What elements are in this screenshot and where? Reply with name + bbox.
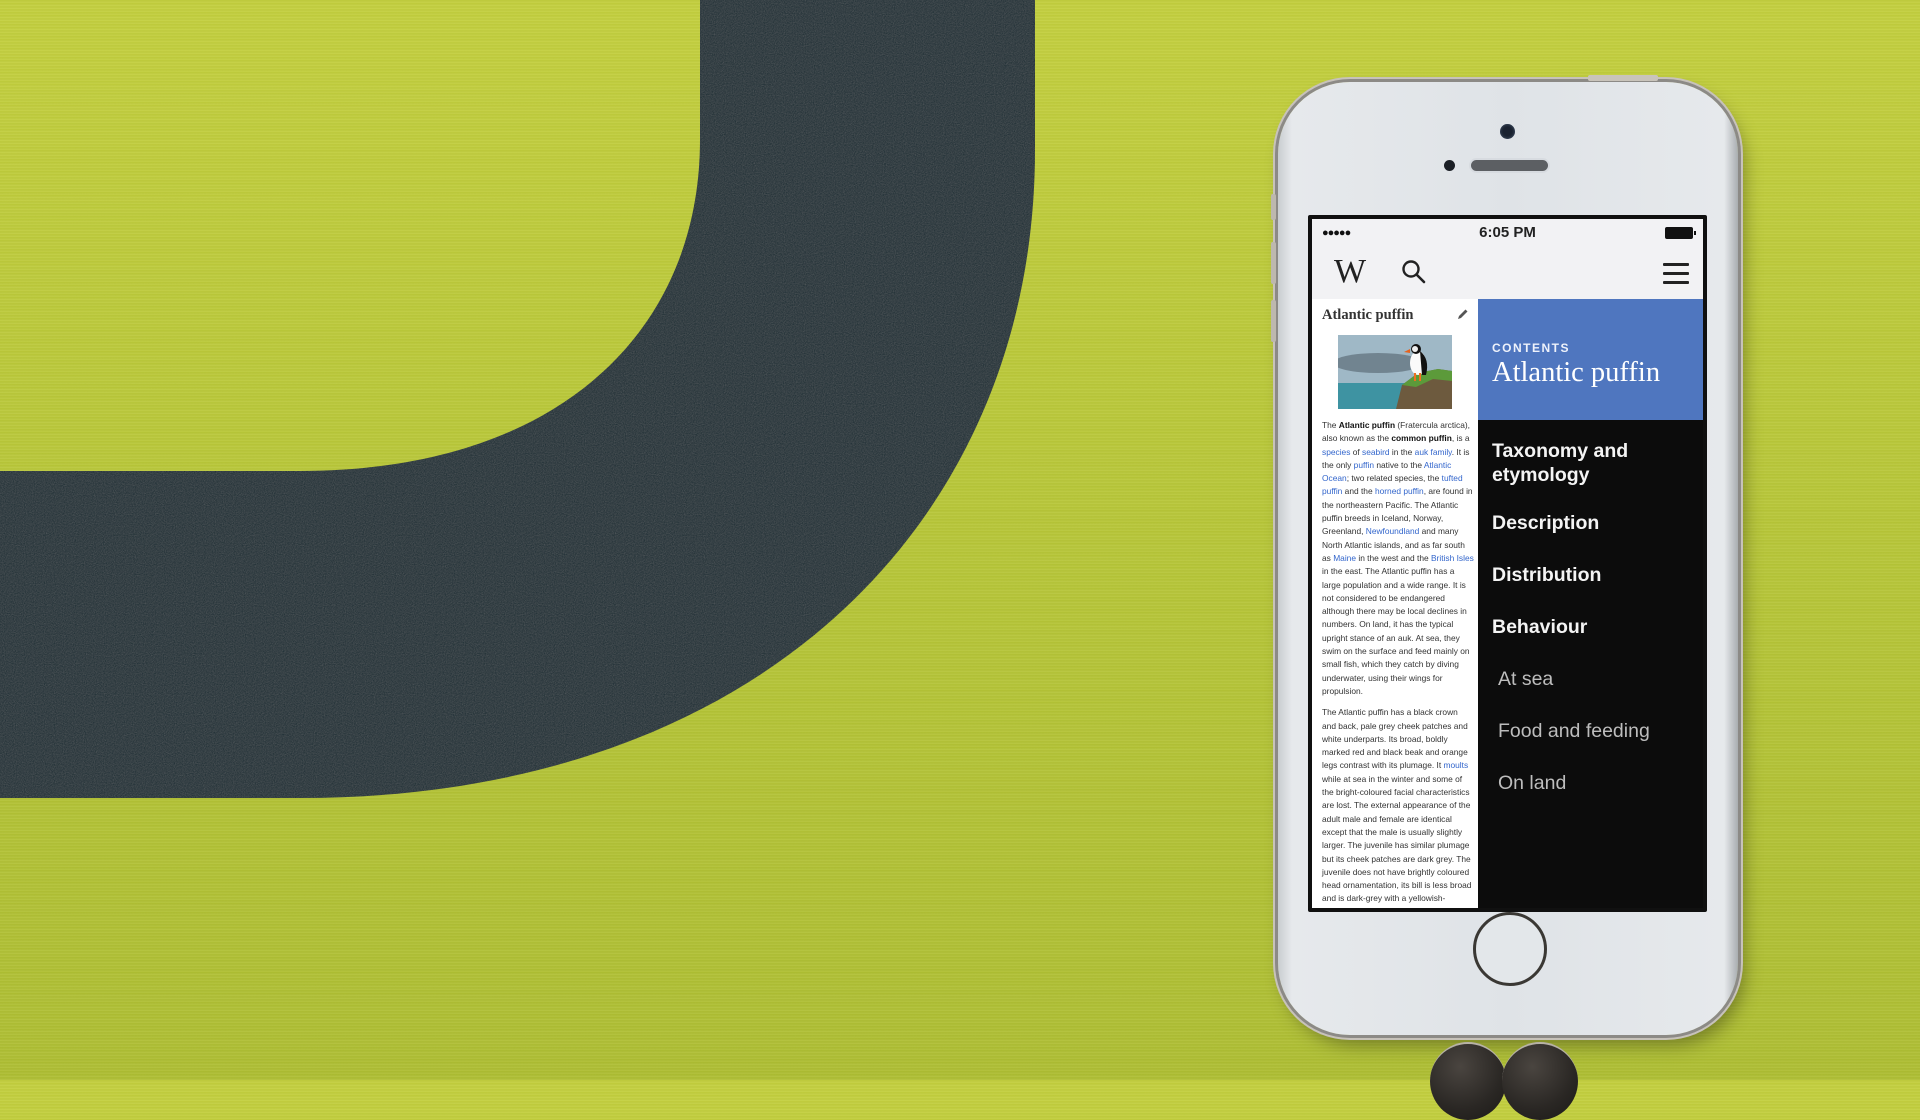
earpiece-speaker xyxy=(1471,160,1548,171)
power-button xyxy=(1588,75,1658,81)
phone-screen: ●●●●● 6:05 PM W Atlantic puffin The Atla… xyxy=(1308,215,1707,912)
article-text: of xyxy=(1350,446,1363,457)
article-text: while at sea in the winter and some of t… xyxy=(1322,773,1472,904)
contents-label: CONTENTS xyxy=(1492,341,1570,355)
toc-item-description[interactable]: Description xyxy=(1492,511,1672,535)
coin xyxy=(1430,1042,1506,1120)
mute-switch xyxy=(1271,194,1276,220)
article-link[interactable]: auk family xyxy=(1415,447,1452,457)
bold-term: Atlantic puffin xyxy=(1338,420,1396,430)
article-text: and the xyxy=(1342,486,1375,497)
contents-header: CONTENTS Atlantic puffin xyxy=(1478,299,1703,420)
toc-item-behaviour[interactable]: Behaviour xyxy=(1492,615,1672,639)
bold-term: common puffin xyxy=(1391,433,1452,444)
article-text: ; two related species, the xyxy=(1346,473,1442,484)
article-link[interactable]: Maine xyxy=(1333,553,1356,563)
hamburger-menu-icon[interactable] xyxy=(1663,263,1689,285)
article-text: native to the xyxy=(1374,459,1424,470)
article-text: in the west and the xyxy=(1356,552,1431,563)
puffin-lead-image[interactable] xyxy=(1338,335,1452,409)
article-text: The xyxy=(1322,420,1339,430)
toc-subitem-food-and-feeding[interactable]: Food and feeding xyxy=(1498,719,1650,743)
article-pane[interactable]: Atlantic puffin The Atlantic puffin (Fra… xyxy=(1312,299,1478,908)
home-button[interactable] xyxy=(1473,912,1547,986)
wikipedia-logo[interactable]: W xyxy=(1334,253,1366,291)
article-link[interactable]: puffin xyxy=(1354,460,1374,470)
article-text: in the east. The Atlantic puffin has a l… xyxy=(1322,566,1470,696)
toc-item-distribution[interactable]: Distribution xyxy=(1492,563,1672,587)
front-camera xyxy=(1500,124,1515,139)
dark-band xyxy=(0,0,1035,798)
app-navbar: W xyxy=(1312,245,1703,300)
article-link[interactable]: British Isles xyxy=(1431,553,1474,563)
article-link[interactable]: horned puffin xyxy=(1375,486,1424,496)
article-link[interactable]: Newfoundland xyxy=(1366,526,1420,536)
proximity-sensor xyxy=(1444,160,1455,171)
article-text: , is a xyxy=(1451,433,1470,444)
article-link[interactable]: moults xyxy=(1444,760,1469,770)
volume-down-button xyxy=(1271,300,1276,342)
toc-item-taxonomy[interactable]: Taxonomy and etymology xyxy=(1492,439,1672,487)
article-title: Atlantic puffin xyxy=(1322,307,1414,323)
status-bar: ●●●●● 6:05 PM xyxy=(1312,219,1703,245)
article-link[interactable]: species xyxy=(1322,447,1350,457)
toc-subitem-on-land[interactable]: On land xyxy=(1498,771,1566,795)
status-time: 6:05 PM xyxy=(1479,224,1536,241)
article-paragraph: The Atlantic puffin (Fratercula arctica)… xyxy=(1322,419,1474,698)
article-link[interactable]: seabird xyxy=(1362,447,1389,457)
table-of-contents-panel: CONTENTS Atlantic puffin Taxonomy and et… xyxy=(1478,299,1703,908)
article-body: The Atlantic puffin (Fratercula arctica)… xyxy=(1322,419,1474,908)
pencil-icon[interactable] xyxy=(1457,308,1469,320)
article-text: in the xyxy=(1389,446,1415,457)
toc-subitem-at-sea[interactable]: At sea xyxy=(1498,667,1553,691)
coin xyxy=(1502,1042,1578,1120)
battery-full-icon xyxy=(1665,227,1696,239)
volume-up-button xyxy=(1271,242,1276,284)
contents-title[interactable]: Atlantic puffin xyxy=(1492,357,1660,389)
search-icon[interactable] xyxy=(1401,259,1427,285)
article-paragraph: The Atlantic puffin has a black crown an… xyxy=(1322,706,1474,905)
